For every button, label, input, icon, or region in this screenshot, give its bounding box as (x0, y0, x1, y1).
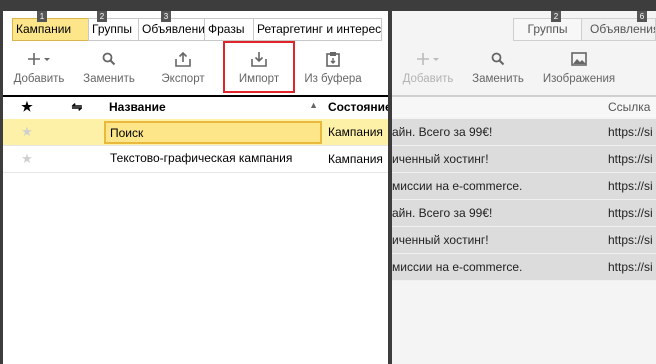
replace-button[interactable]: Заменить (75, 43, 143, 91)
table-row[interactable]: миссии на e-commerce. https://si (392, 173, 656, 200)
ad-link: https://si (608, 179, 653, 193)
add-button[interactable]: Добавить (392, 43, 464, 91)
search-icon (491, 49, 505, 69)
sync-column-header[interactable]: ⇋ (51, 99, 103, 115)
replace-button[interactable]: Заменить (464, 43, 532, 91)
ad-link: https://si (608, 206, 653, 220)
status-header-label: Состояние (328, 100, 388, 114)
tab-phrases[interactable]: Фразы (204, 18, 253, 41)
clipboard-icon (325, 49, 341, 69)
table-row[interactable]: иченный хостинг! https://si (392, 146, 656, 173)
add-label: Добавить (13, 73, 65, 85)
export-button[interactable]: Экспорт (143, 43, 223, 91)
ad-link: https://si (608, 125, 653, 139)
table-row[interactable]: ★ Текстово-графическая кампания Кампания (3, 146, 388, 173)
campaign-list: ★ Поиск Кампания ★ Текстово-графическая … (3, 119, 388, 173)
replace-label: Заменить (83, 73, 135, 85)
star-icon: ★ (21, 99, 33, 114)
tab-number-badge: 6 (637, 11, 647, 22)
tab-label: Объявления (142, 22, 204, 36)
import-button[interactable]: Импорт (223, 41, 295, 93)
tab-label: Группы (527, 22, 568, 36)
plus-dropdown-icon (28, 49, 50, 69)
ad-text: иченный хостинг! (392, 152, 489, 166)
sync-icon: ⇋ (71, 99, 83, 114)
tab-retargeting[interactable]: Ретаргетинг и интересы (253, 18, 382, 41)
campaign-status: Кампания (328, 152, 383, 166)
table-row[interactable]: айн. Всего за 99€! https://si (392, 119, 656, 146)
table-row[interactable]: миссии на e-commerce. https://si (392, 254, 656, 281)
star-column-header[interactable]: ★ (3, 99, 51, 115)
add-label: Добавить (402, 73, 454, 85)
tab-label: Ретаргетинг и интересы (257, 22, 382, 36)
images-button[interactable]: Изображения (532, 43, 626, 91)
ad-text: иченный хостинг! (392, 233, 489, 247)
left-toolbar: Добавить Заменить Экспорт Импорт Из буфе… (3, 41, 388, 93)
tab-number-badge: 1 (37, 11, 47, 22)
status-cell: Кампания (322, 152, 388, 166)
name-header-label: Название (109, 100, 166, 114)
tab-number-badge: 3 (161, 11, 171, 22)
campaign-name-cell[interactable]: Текстово-графическая кампания (103, 148, 322, 171)
export-label: Экспорт (161, 73, 205, 85)
campaign-name: Текстово-графическая кампания (110, 150, 293, 165)
table-row[interactable]: ★ Поиск Кампания (3, 119, 388, 146)
search-icon (102, 49, 116, 69)
campaign-name: Поиск (110, 125, 144, 140)
tab-label: Фразы (208, 22, 245, 36)
ad-text: миссии на e-commerce. (392, 179, 523, 193)
link-header-label: Ссылка (608, 100, 651, 114)
ad-text: миссии на e-commerce. (392, 260, 523, 274)
favorite-star-icon[interactable]: ★ (3, 151, 51, 167)
table-header: ★ ⇋ Название ▲ Состояние (3, 95, 388, 117)
replace-label: Заменить (472, 73, 524, 85)
tab-label: Кампании (16, 22, 72, 36)
import-label: Импорт (238, 73, 280, 85)
ad-text: айн. Всего за 99€! (392, 125, 493, 139)
campaigns-pane: Кампании Группы Объявления Фразы Ретарге… (3, 11, 388, 364)
right-toolbar: Добавить Заменить Изображения (392, 43, 656, 91)
from-buffer-label: Из буфера (304, 73, 362, 85)
tab-ads[interactable]: Объявления (138, 18, 204, 41)
add-button[interactable]: Добавить (3, 43, 75, 91)
name-column-header[interactable]: Название ▲ (103, 100, 324, 114)
tab-campaigns[interactable]: Кампании (12, 18, 88, 41)
tab-groups[interactable]: Группы (88, 18, 138, 41)
export-icon (175, 49, 191, 69)
status-cell: Кампания (322, 125, 388, 139)
left-tab-bar: Кампании Группы Объявления Фразы Ретарге… (3, 11, 388, 41)
ads-pane: Группы Объявления Добавить Заменить Изоб… (392, 11, 656, 364)
ad-link: https://si (608, 152, 653, 166)
favorite-star-icon[interactable]: ★ (3, 124, 51, 140)
tab-number-badge: 2 (551, 11, 561, 22)
status-column-header[interactable]: Состояние (324, 100, 388, 114)
campaign-name-cell[interactable]: Поиск (104, 120, 322, 144)
campaign-status: Кампания (328, 125, 383, 139)
tab-label: Группы (92, 22, 132, 36)
link-column-header[interactable]: Ссылка (608, 100, 656, 114)
ad-link: https://si (608, 260, 653, 274)
ad-text: айн. Всего за 99€! (392, 206, 493, 220)
tab-groups[interactable]: Группы (513, 18, 582, 41)
plus-dropdown-icon (417, 49, 439, 69)
table-row[interactable]: иченный хостинг! https://si (392, 227, 656, 254)
sort-asc-icon[interactable]: ▲ (309, 100, 318, 114)
tab-label: Объявления (590, 22, 656, 36)
table-row[interactable]: айн. Всего за 99€! https://si (392, 200, 656, 227)
from-buffer-button[interactable]: Из буфера (295, 43, 371, 91)
images-label: Изображения (542, 73, 616, 85)
ad-link: https://si (608, 233, 653, 247)
table-header: Ссылка (392, 95, 656, 117)
import-icon (251, 49, 267, 69)
image-icon (571, 49, 587, 69)
right-tab-bar: Группы Объявления (392, 11, 656, 41)
tab-number-badge: 2 (97, 11, 107, 22)
ad-list: айн. Всего за 99€! https://si иченный хо… (392, 119, 656, 281)
